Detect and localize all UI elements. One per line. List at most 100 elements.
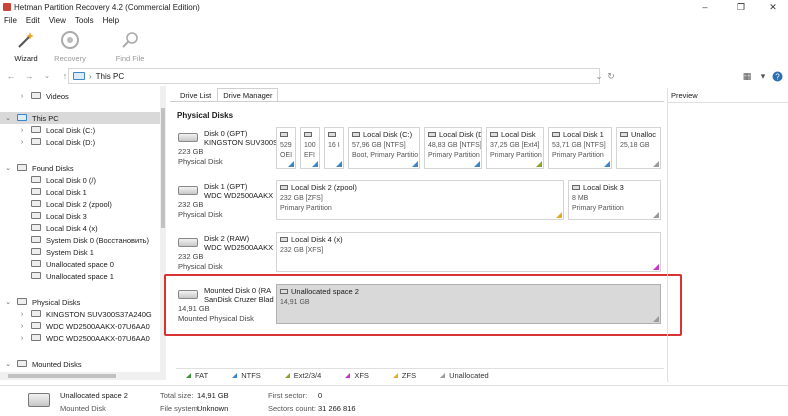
sidebar-item[interactable]: Unallocated space 0 — [0, 258, 165, 270]
menu-help[interactable]: Help — [103, 16, 119, 25]
close-button[interactable]: ✕ — [758, 0, 788, 14]
chevron-right-icon[interactable]: › — [18, 127, 26, 134]
menu-tools[interactable]: Tools — [75, 16, 94, 25]
filesystem-marker-icon — [288, 161, 294, 167]
partition-size: 232 GB [ZFS] — [280, 195, 323, 202]
disk-name-line1: Disk 2 (RAW) — [204, 234, 250, 243]
partition-type: Primary Partition — [572, 205, 624, 212]
drive-icon — [31, 334, 41, 341]
chevron-down-icon[interactable]: ⌄ — [4, 114, 12, 122]
sidebar-item[interactable]: Local Disk 0 (/) — [0, 174, 165, 186]
sidebar-horizontal-scrollbar[interactable] — [0, 372, 166, 380]
filesystem-marker-icon — [336, 161, 342, 167]
sidebar-item[interactable]: › WDC WD2500AAKX-07U6AA0 — [0, 320, 165, 332]
sidebar-hscroll-thumb[interactable] — [8, 374, 116, 378]
filesystem-marker-icon — [536, 161, 542, 167]
maximize-button[interactable]: ❐ — [726, 0, 756, 14]
legend-label: FAT — [195, 371, 209, 380]
sidebar-item[interactable]: Local Disk 1 — [0, 186, 165, 198]
chevron-right-icon[interactable]: › — [18, 311, 26, 318]
menu-edit[interactable]: Edit — [26, 16, 40, 25]
sidebar-item[interactable]: › WDC WD2500AAKX-07U6AA0 — [0, 332, 165, 344]
chevron-right-icon[interactable]: › — [18, 139, 26, 146]
drive-icon — [31, 322, 41, 329]
status-type: Mounted Disk — [60, 404, 106, 413]
partition-tile[interactable]: Unalloc 25,18 GB — [616, 127, 661, 169]
disk-summary[interactable]: Disk 0 (GPT) KINGSTON SUV300S 223 GB Physic… — [176, 127, 278, 171]
partition-tile[interactable]: Local Disk 2 (zpool) 232 GB [ZFS] Primary … — [276, 180, 564, 220]
sidebar-item[interactable]: › KINGSTON SUV300S37A240G — [0, 308, 165, 320]
wizard-button[interactable]: Wizard — [4, 27, 48, 65]
partition-tile[interactable]: 100 EFI — [300, 127, 320, 169]
chevron-right-icon[interactable]: › — [18, 335, 26, 342]
sidebar-item[interactable]: ⌄ Physical Disks — [0, 296, 165, 308]
sidebar-item[interactable]: ⌄ Mounted Disks — [0, 358, 165, 370]
find-file-button[interactable]: Find File — [108, 27, 152, 65]
folder-icon — [17, 114, 27, 121]
sidebar-item[interactable]: › Local Disk (C:) — [0, 124, 165, 136]
partition-name: Local Disk 3 — [583, 183, 624, 192]
total-size-value: 14,91 GB — [197, 391, 229, 400]
partition-name: Local Disk — [501, 130, 536, 139]
section-title: Physical Disks — [177, 111, 234, 120]
partition-bar-icon — [280, 237, 288, 242]
address-field[interactable]: › This PC — [68, 68, 600, 84]
computer-icon — [73, 72, 85, 80]
chevron-right-icon[interactable]: › — [18, 93, 26, 100]
partition-tile[interactable]: Local Disk 3 8 MB Primary Partition — [568, 180, 661, 220]
disk-name-line2: WDC WD2500AAKX — [204, 243, 274, 252]
partition-tile[interactable]: Local Disk (C:) 57,96 GB [NTFS] Boot, Prim… — [348, 127, 420, 169]
legend-label: Unallocated — [449, 371, 489, 380]
history-dropdown-icon[interactable]: ⌄ — [40, 69, 54, 83]
sidebar-item[interactable]: System Disk 1 — [0, 246, 165, 258]
sidebar-item[interactable]: System Disk 0 (Восстановить) — [0, 234, 165, 246]
tab-drive-manager[interactable]: Drive Manager — [217, 88, 279, 102]
chevron-down-icon[interactable]: ⌄ — [4, 360, 12, 368]
legend-item: ZFS — [383, 371, 416, 380]
view-dropdown-icon[interactable]: ▾ — [756, 69, 770, 83]
sidebar-item[interactable]: ⌄ This PC — [0, 112, 165, 124]
disk-summary[interactable]: Disk 2 (RAW) WDC WD2500AAKX 232 GB Physical… — [176, 232, 274, 276]
forward-icon[interactable]: → — [22, 69, 36, 83]
refresh-icon[interactable]: ↻ — [604, 69, 618, 83]
sidebar-item-label: Local Disk (D:) — [46, 137, 96, 147]
sidebar-item[interactable]: › Videos — [0, 90, 165, 102]
title-bar: Hetman Partition Recovery 4.2 (Commercia… — [0, 0, 788, 14]
sidebar-item[interactable]: Local Disk 3 — [0, 210, 165, 222]
minimize-button[interactable]: – — [690, 0, 720, 14]
partition-tile[interactable]: Local Disk 1 53,71 GB [NTFS] Primary Parti… — [548, 127, 612, 169]
disk-size: 223 GB — [178, 147, 204, 156]
sidebar-item[interactable]: Local Disk 4 (x) — [0, 222, 165, 234]
partition-tile[interactable]: Local Disk 4 (x) 232 GB [XFS] — [276, 232, 661, 272]
chevron-down-icon[interactable]: ⌄ — [4, 298, 12, 306]
sidebar-item-label: Local Disk 0 (/) — [46, 175, 97, 185]
chevron-right-icon[interactable]: › — [18, 323, 26, 330]
menu-file[interactable]: File — [4, 16, 17, 25]
chevron-down-icon[interactable]: ⌄ — [4, 164, 12, 172]
sidebar-item[interactable]: Local Disk 2 (zpool) — [0, 198, 165, 210]
partition-type: Primary Partition — [552, 152, 604, 159]
view-options-icon[interactable]: ▦ — [740, 69, 754, 83]
partition-size: 57,96 GB [NTFS] — [352, 142, 406, 149]
partition-tile[interactable]: 529 OEI — [276, 127, 296, 169]
total-size-label: Total size: — [160, 391, 194, 400]
partition-tile[interactable]: 16 I — [324, 127, 344, 169]
sidebar-item[interactable]: Unallocated space 1 — [0, 270, 165, 282]
folder-icon — [17, 164, 27, 171]
sidebar-item[interactable]: ⌄ Found Disks — [0, 162, 165, 174]
svg-text:?: ? — [775, 72, 780, 81]
help-icon[interactable]: ? — [770, 69, 784, 83]
recovery-label: Recovery — [54, 54, 86, 63]
partition-tile[interactable]: Local Disk 37,25 GB [Ext4] Primary Partiti… — [486, 127, 544, 169]
partition-tile[interactable]: Local Disk (D 48,83 GB [NTFS] Primary Part… — [424, 127, 482, 169]
back-icon[interactable]: ← — [4, 69, 18, 83]
sidebar-scroll-thumb[interactable] — [161, 108, 165, 228]
tab-drive-list[interactable]: Drive List — [174, 88, 217, 102]
partition-bar-icon — [352, 132, 360, 137]
menu-view[interactable]: View — [49, 16, 66, 25]
disk-type: Physical Disk — [178, 157, 223, 166]
recovery-button[interactable]: Recovery — [48, 27, 92, 65]
disk-summary[interactable]: Disk 1 (GPT) WDC WD2500AAKX 232 GB Physical… — [176, 180, 273, 224]
sidebar-item[interactable]: › Local Disk (D:) — [0, 136, 165, 148]
navigation-tree: › Videos ⌄ This PC › Local Disk (C:) › Local Di… — [0, 86, 166, 372]
